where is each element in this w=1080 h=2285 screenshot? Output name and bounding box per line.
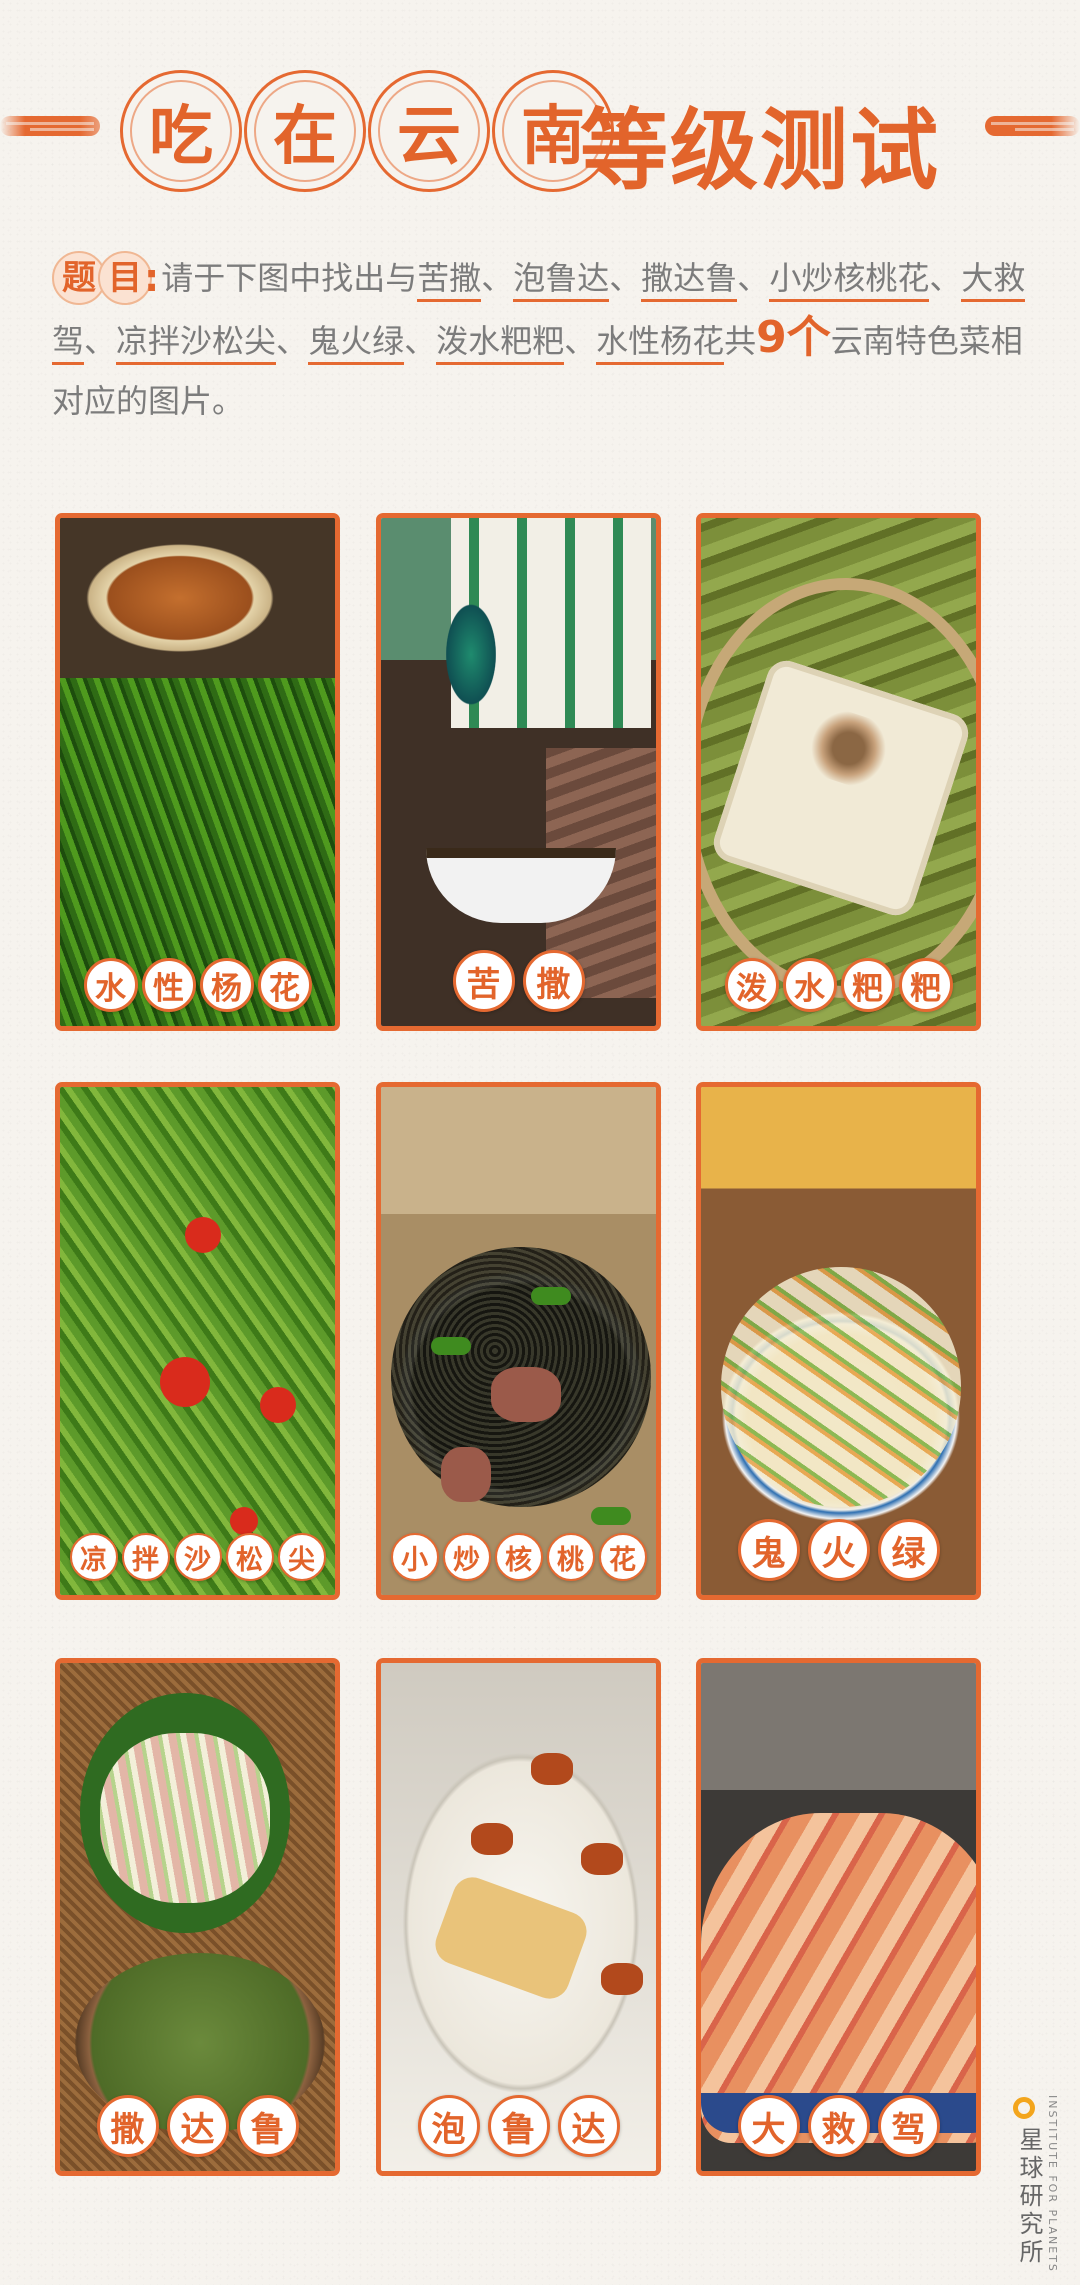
- dish-label: 小 炒 核 桃 花: [381, 1533, 656, 1581]
- label-char: 鲁: [487, 2095, 550, 2157]
- dish-name: 撒达鲁: [641, 259, 738, 302]
- dish-label: 鬼 火 绿: [701, 1519, 976, 1581]
- label-char: 鬼: [737, 1519, 800, 1581]
- label-char: 凉: [69, 1533, 118, 1581]
- label-char: 花: [257, 958, 312, 1012]
- label-char: 火: [807, 1519, 870, 1581]
- label-char: 沙: [173, 1533, 222, 1581]
- label-char: 性: [141, 958, 196, 1012]
- dish-label: 水 性 杨 花: [60, 958, 335, 1012]
- separator: 、: [609, 259, 642, 297]
- dish-photo: [701, 518, 976, 1026]
- label-char: 达: [557, 2095, 620, 2157]
- dish-name: 小炒核桃花: [769, 259, 930, 302]
- dish-label: 泡 鲁 达: [381, 2095, 656, 2157]
- label-char: 粑: [898, 958, 953, 1012]
- dish-name: 苦撒: [417, 259, 482, 302]
- dish-name: 泼水粑粑: [436, 322, 565, 365]
- dish-name: 凉拌沙松尖: [116, 322, 277, 365]
- brand-name: 星球研究所: [1015, 2127, 1043, 2267]
- label-char: 小: [390, 1533, 439, 1581]
- dish-card[interactable]: 泼 水 粑 粑: [696, 513, 981, 1031]
- dish-card[interactable]: 撒 达 鲁: [55, 1658, 340, 2176]
- label-char: 泼: [724, 958, 779, 1012]
- label-char: 粑: [840, 958, 895, 1012]
- label-char: 大: [737, 2095, 800, 2157]
- separator: 、: [276, 322, 309, 360]
- dish-card[interactable]: 苦 撒: [376, 513, 661, 1031]
- label-char: 水: [782, 958, 837, 1012]
- label-char: 桃: [546, 1533, 595, 1581]
- title-char: 南: [521, 99, 585, 174]
- question-intro: 请于下图中找出与: [161, 259, 418, 297]
- label-char: 泡: [417, 2095, 480, 2157]
- title-char: 吃: [149, 99, 213, 174]
- brush-stroke-left: [0, 116, 100, 136]
- dish-label: 泼 水 粑 粑: [701, 958, 976, 1012]
- label-char: 撒: [96, 2095, 159, 2157]
- separator: 、: [929, 259, 962, 297]
- label-char: 炒: [442, 1533, 491, 1581]
- title-circle: 云: [368, 70, 490, 192]
- label-char: 松: [225, 1533, 274, 1581]
- label-char: 达: [166, 2095, 229, 2157]
- dish-photo: [60, 518, 335, 1026]
- dish-card[interactable]: 泡 鲁 达: [376, 1658, 661, 2176]
- dish-label: 撒 达 鲁: [60, 2095, 335, 2157]
- label-char: 核: [494, 1533, 543, 1581]
- dish-card[interactable]: 水 性 杨 花: [55, 513, 340, 1031]
- dish-label: 大 救 驾: [701, 2095, 976, 2157]
- dish-name: 水性杨花: [596, 322, 725, 365]
- separator: 、: [84, 322, 117, 360]
- brand-logo: 星球研究所 INSTITUTE FOR PLANETS: [1010, 2093, 1070, 2273]
- question-text: 题 目 : 请于下图中找出与苦撒、泡鲁达、撒达鲁、小炒核桃花、大救驾、凉拌沙松尖…: [52, 248, 1042, 431]
- label-char: 拌: [121, 1533, 170, 1581]
- dish-name: 鬼火绿: [308, 322, 405, 365]
- title-circles: 吃 在 云 南: [120, 70, 614, 192]
- dish-photo: [60, 1087, 335, 1595]
- title-char: 在: [273, 99, 337, 174]
- brush-stroke-right: [985, 116, 1080, 136]
- label-char: 救: [807, 2095, 870, 2157]
- label-char: 花: [598, 1533, 647, 1581]
- dish-card[interactable]: 小 炒 核 桃 花: [376, 1082, 661, 1600]
- page-title: 等级测试: [580, 98, 941, 202]
- dish-card[interactable]: 大 救 驾: [696, 1658, 981, 2176]
- dish-label: 苦 撒: [381, 950, 656, 1012]
- label-char: 杨: [199, 958, 254, 1012]
- title-circle: 在: [244, 70, 366, 192]
- dish-count: 9个: [756, 312, 831, 363]
- separator: 、: [481, 259, 514, 297]
- question-tag-colon: :: [144, 256, 160, 300]
- dish-label: 凉 拌 沙 松 尖: [60, 1533, 335, 1581]
- dish-card[interactable]: 凉 拌 沙 松 尖: [55, 1082, 340, 1600]
- label-char: 水: [83, 958, 138, 1012]
- title-char: 云: [397, 99, 461, 174]
- label-char: 驾: [877, 2095, 940, 2157]
- title-banner: 吃 在 云 南 等级测试: [0, 58, 1080, 208]
- brand-english: INSTITUTE FOR PLANETS: [1046, 2095, 1059, 2273]
- label-char: 绿: [877, 1519, 940, 1581]
- label-char: 尖: [277, 1533, 326, 1581]
- planet-ring-icon: [1013, 2097, 1035, 2119]
- dish-name: 泡鲁达: [513, 259, 610, 302]
- separator: 、: [564, 322, 597, 360]
- label-char: 撒: [522, 950, 585, 1012]
- question-tag: 题 目 :: [52, 248, 159, 308]
- dish-card[interactable]: 鬼 火 绿: [696, 1082, 981, 1600]
- label-char: 鲁: [236, 2095, 299, 2157]
- question-gong: 共: [724, 322, 757, 360]
- label-char: 苦: [452, 950, 515, 1012]
- separator: 、: [737, 259, 770, 297]
- separator: 、: [404, 322, 437, 360]
- title-circle: 吃: [120, 70, 242, 192]
- dish-photo: [381, 1087, 656, 1595]
